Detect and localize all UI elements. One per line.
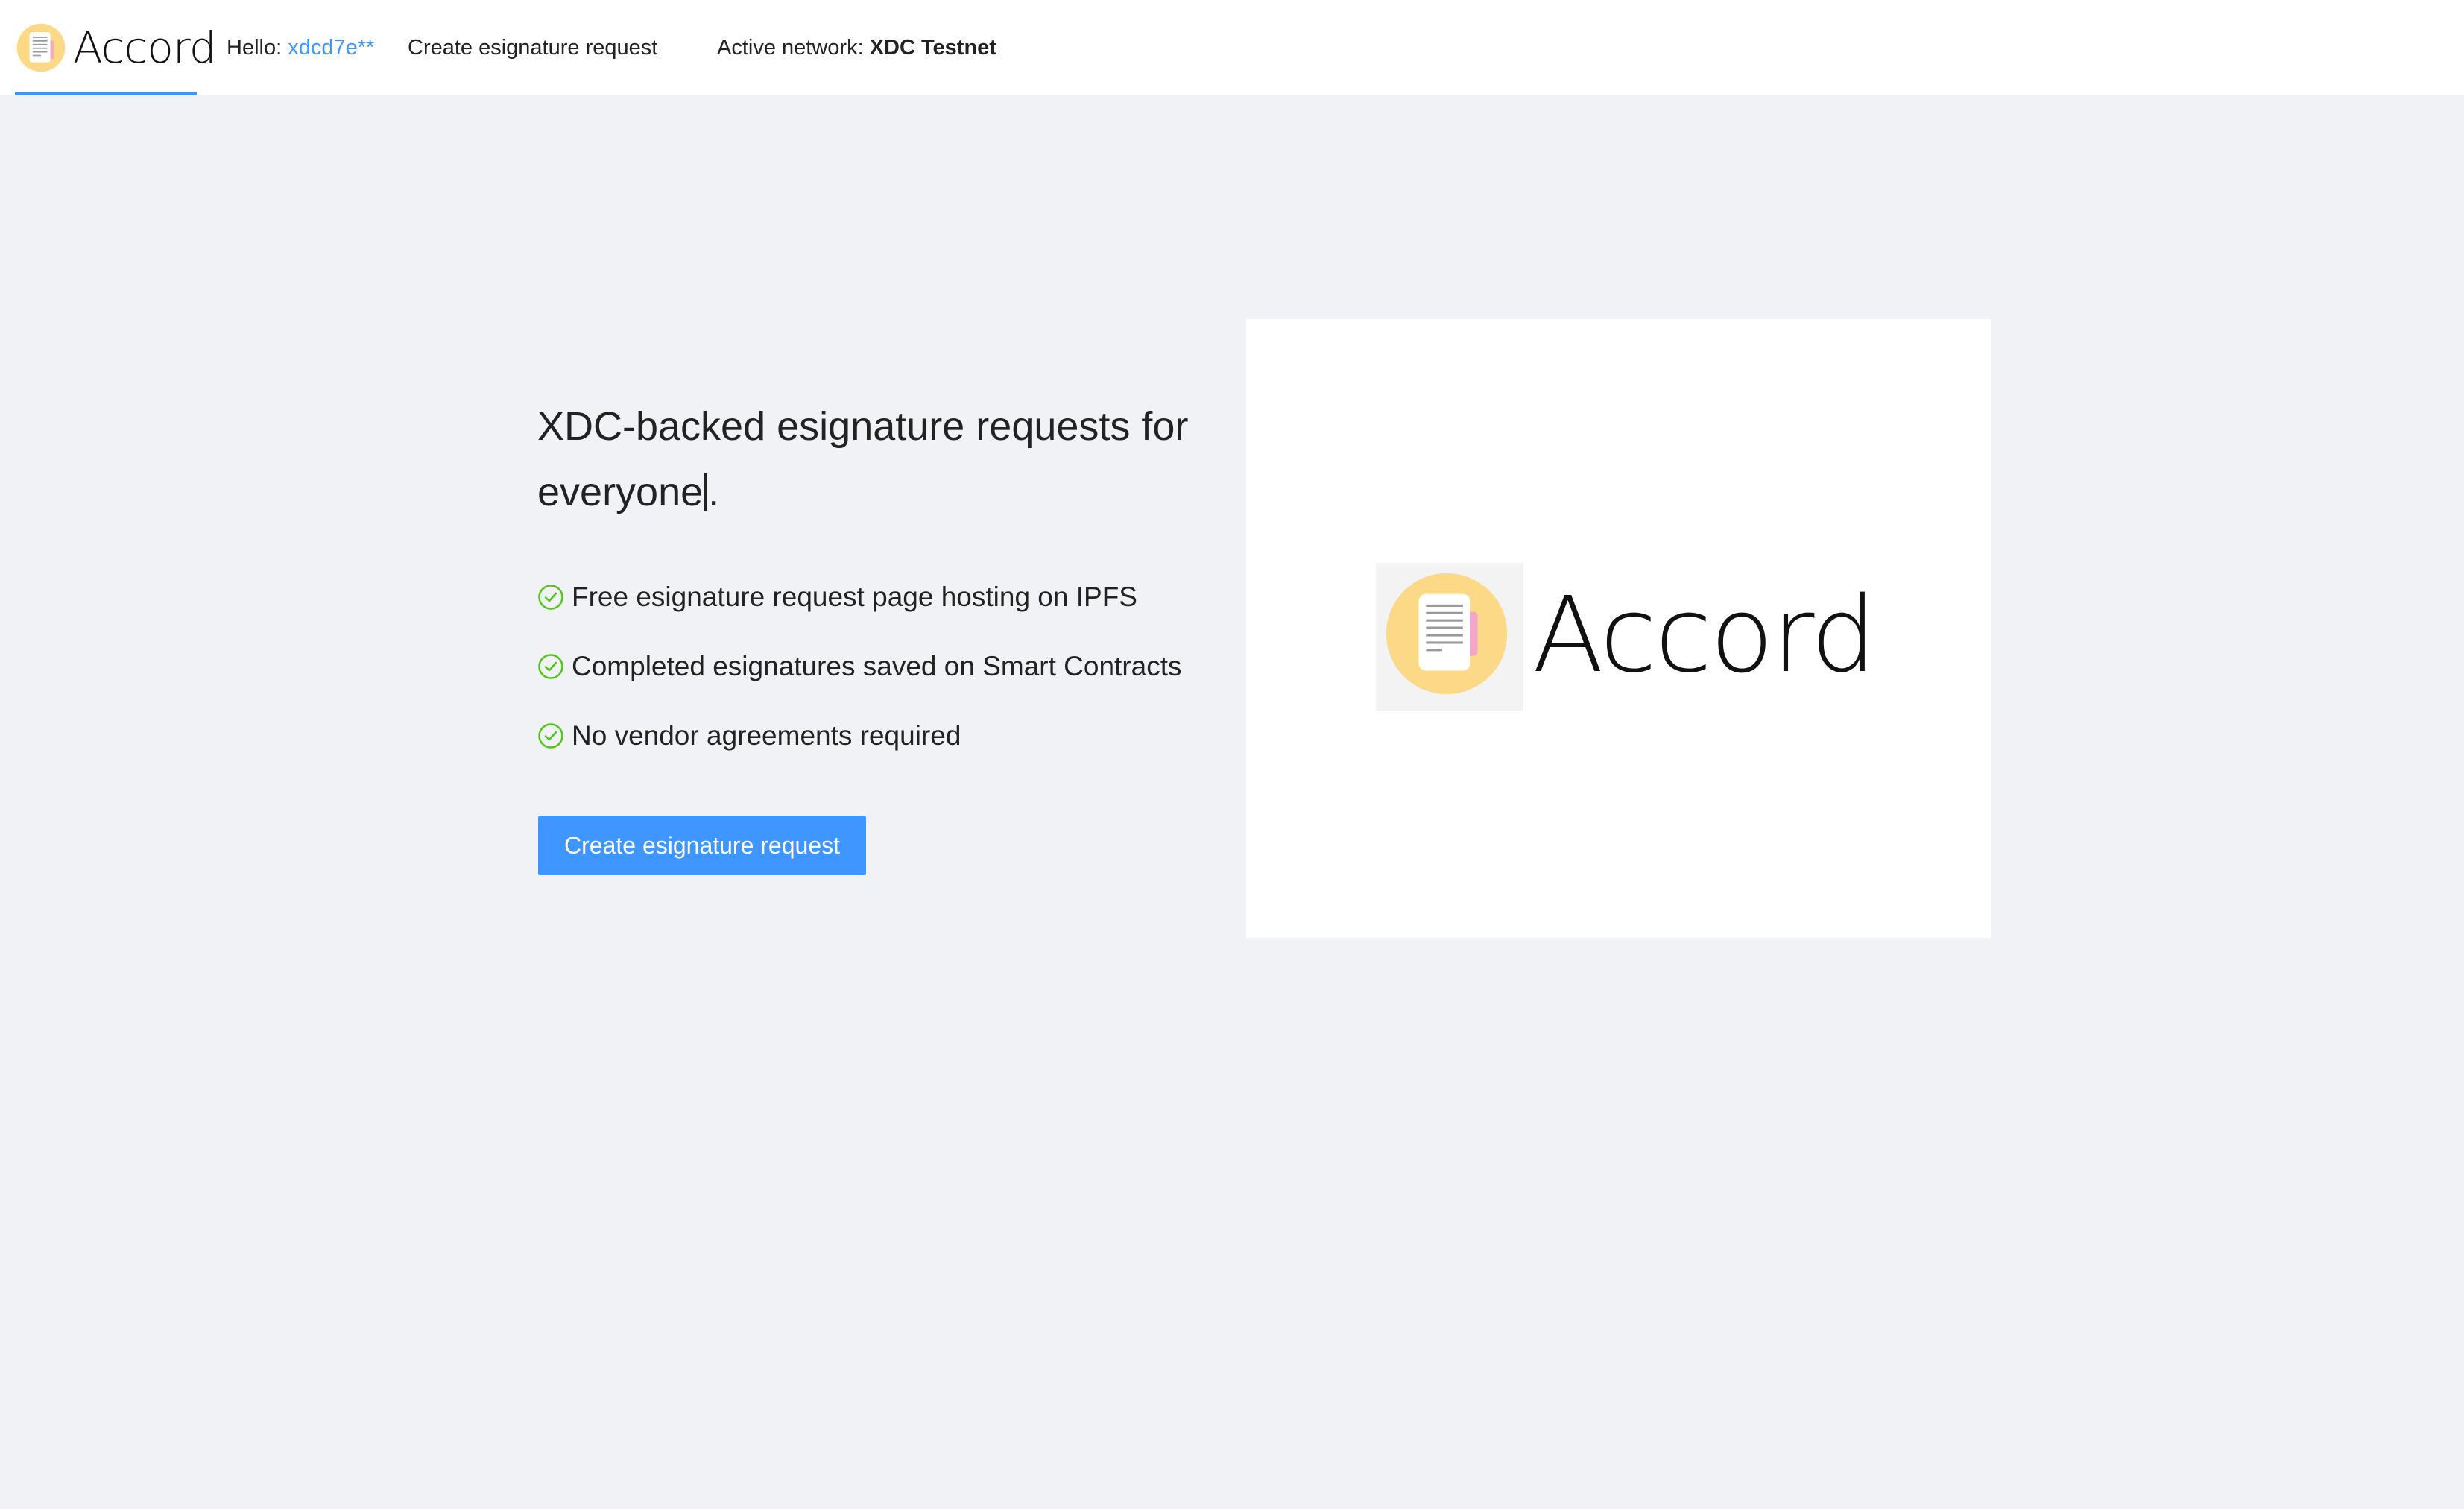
- list-item: Free esignature request page hosting on …: [537, 562, 1182, 631]
- hero-title: XDC-backed esignature requests for every…: [537, 394, 1208, 525]
- create-request-button[interactable]: Create esignature request: [538, 816, 866, 875]
- feature-text: Free esignature request page hosting on …: [572, 581, 1137, 612]
- document-icon: [1386, 573, 1508, 695]
- nav-create-request-link[interactable]: Create esignature request: [408, 0, 657, 95]
- list-item: No vendor agreements required: [537, 701, 1182, 770]
- accord-logo: [1376, 563, 1523, 711]
- network-name: XDC Testnet: [869, 35, 996, 60]
- hero-title-period: .: [708, 470, 720, 514]
- hero-title-text: XDC-backed esignature requests for every…: [537, 404, 1189, 514]
- list-item: Completed esignatures saved on Smart Con…: [537, 631, 1182, 701]
- greeting: Hello: xdcd7e**: [227, 0, 374, 95]
- check-circle-icon: [538, 722, 563, 749]
- check-circle-icon: [538, 653, 563, 679]
- active-tab-indicator: [15, 92, 197, 95]
- network-label: Active network:: [717, 35, 864, 60]
- feature-text: Completed esignatures saved on Smart Con…: [572, 650, 1182, 681]
- brand-name: Accord: [73, 22, 217, 73]
- typing-cursor: [704, 473, 707, 511]
- hero-image-card: Accord: [1246, 319, 1991, 938]
- feature-list: Free esignature request page hosting on …: [537, 562, 1182, 770]
- card-brand-name: Accord: [1532, 575, 1877, 696]
- greeting-label: Hello:: [227, 35, 282, 60]
- top-nav: Accord Hello: xdcd7e** Create esignature…: [0, 0, 2464, 95]
- network-indicator: Active network: XDC Testnet: [717, 0, 996, 95]
- document-icon: [16, 23, 66, 72]
- brand-home-link[interactable]: Accord: [15, 0, 217, 95]
- feature-text: No vendor agreements required: [572, 719, 961, 751]
- check-circle-icon: [538, 584, 563, 610]
- user-address-link[interactable]: xdcd7e**: [288, 36, 374, 60]
